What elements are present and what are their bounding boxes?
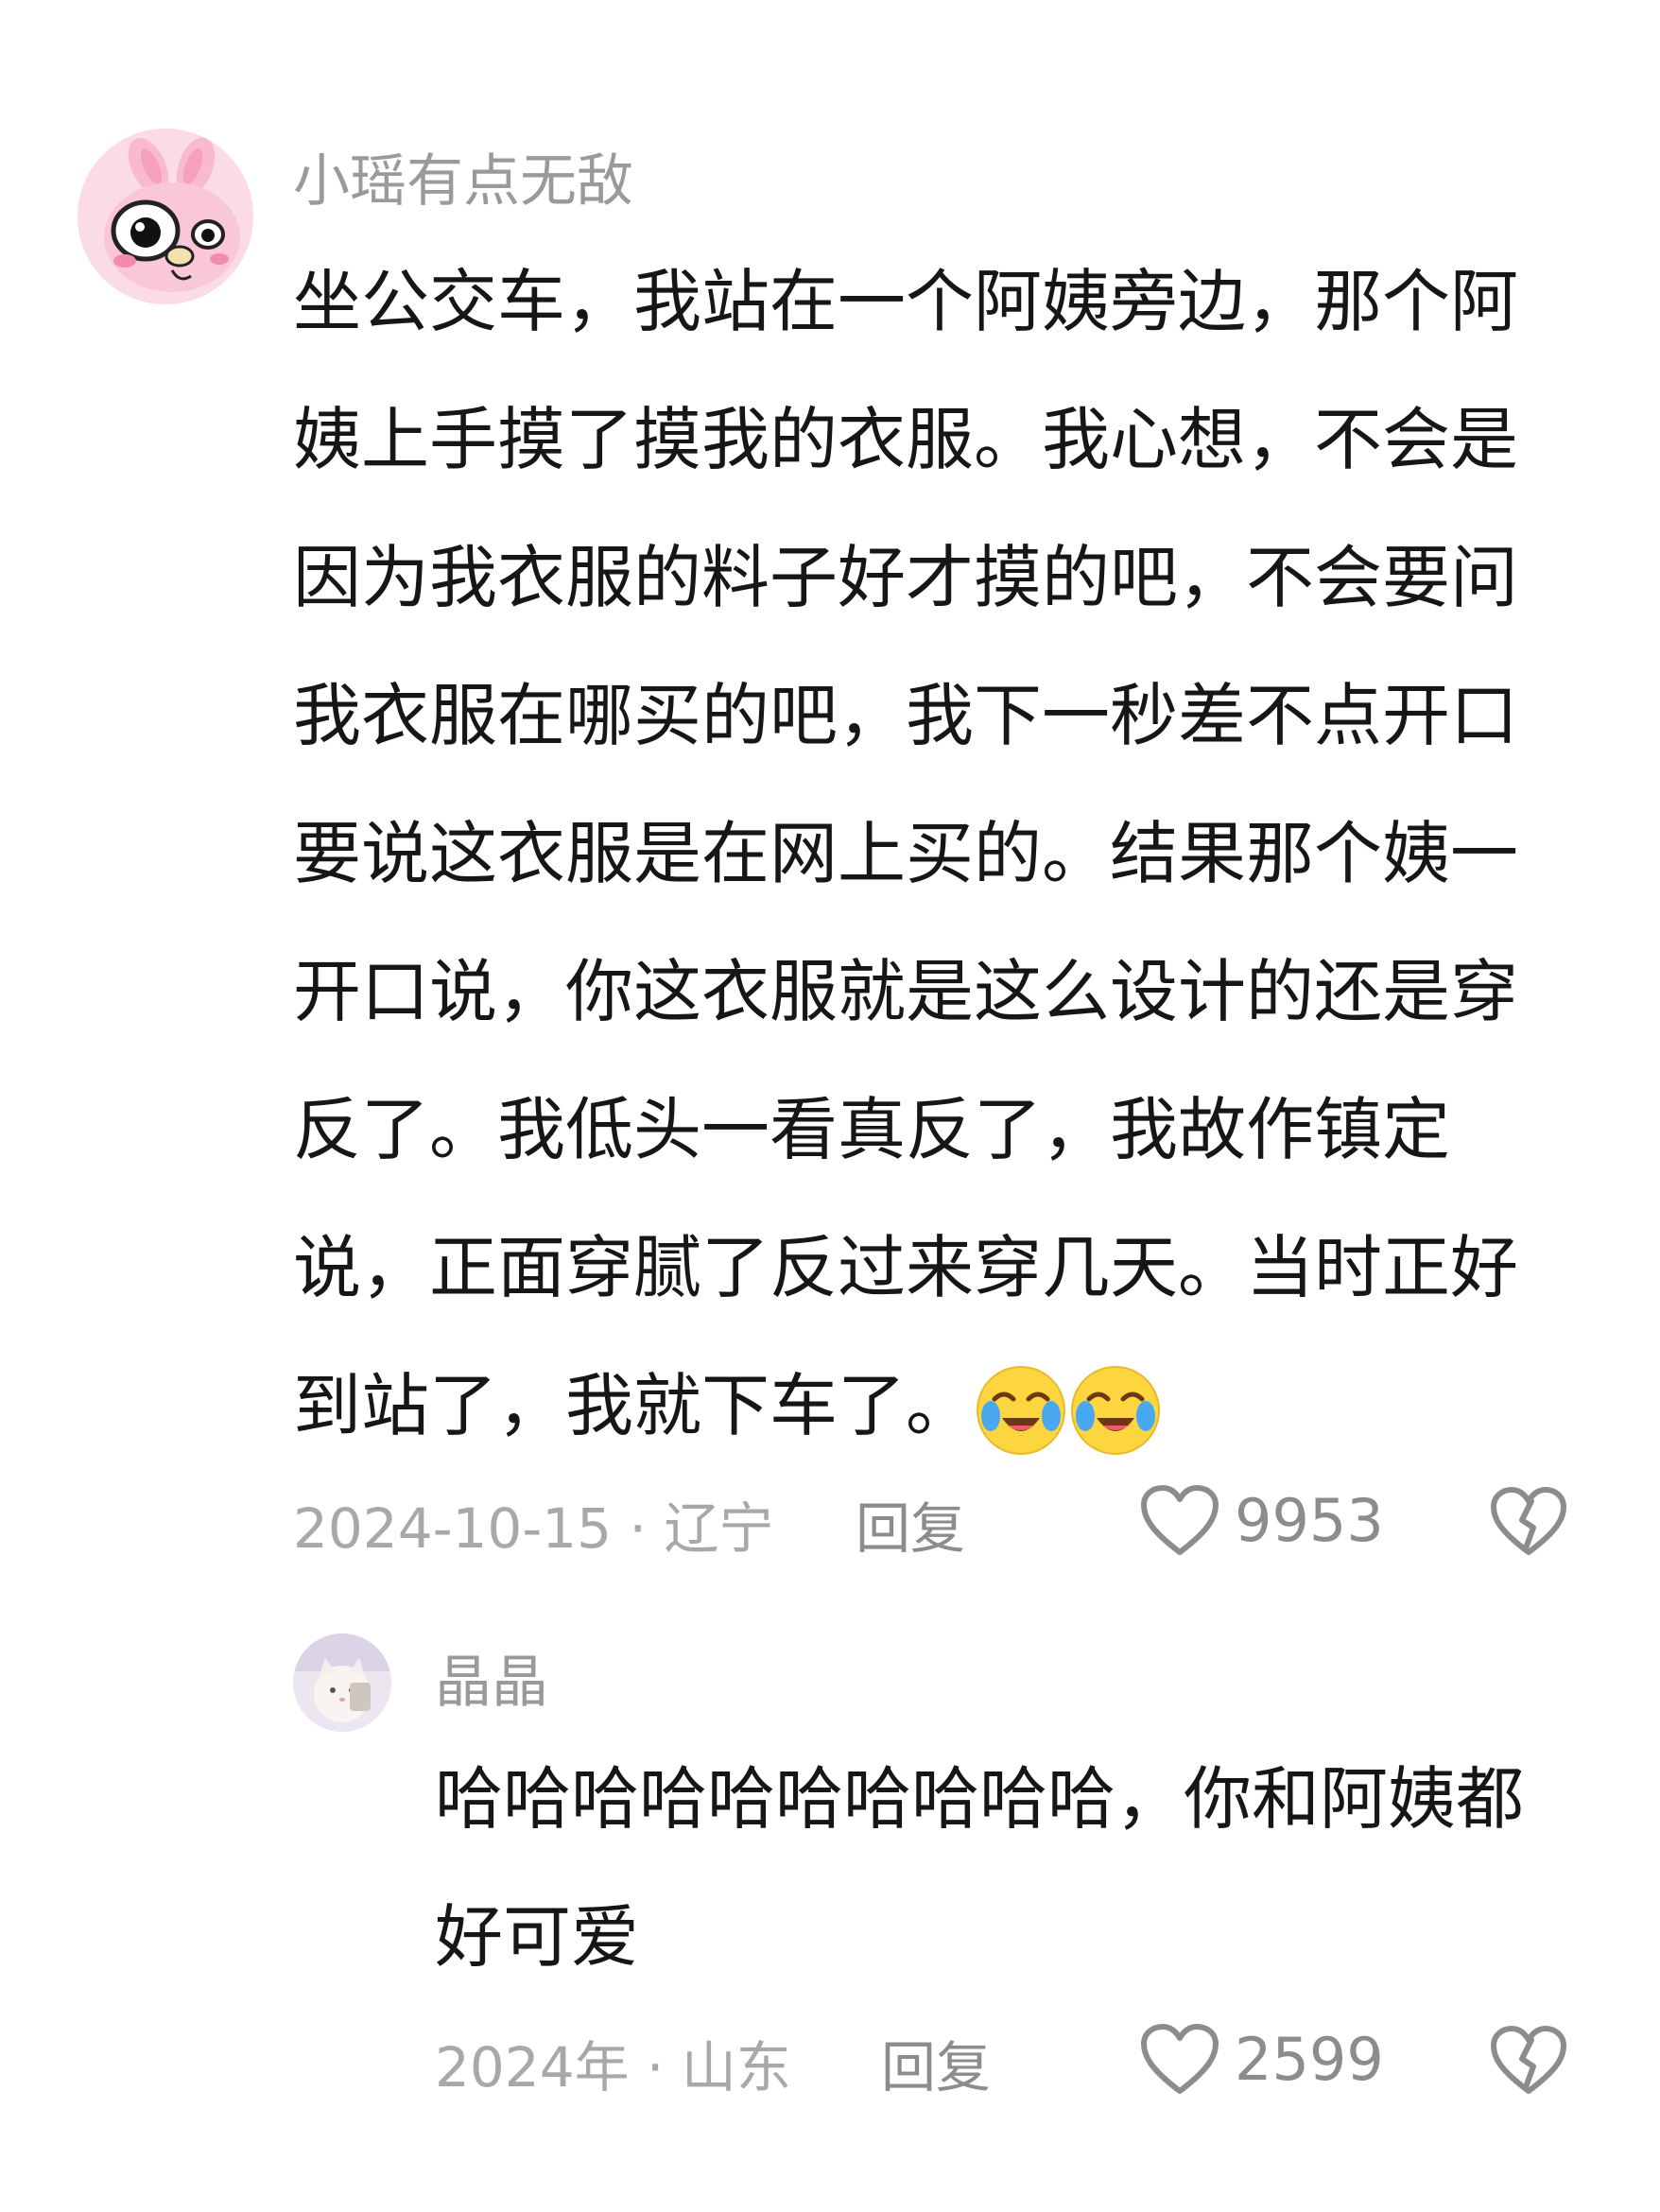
comment-date-location: 2024年 · 山东 [435,2035,791,2100]
username[interactable]: 晶晶 [435,1654,548,1711]
reply-button[interactable]: 回复 [881,2040,991,2095]
comment-text: 哈哈哈哈哈哈哈哈哈哈，你和阿姨都 好可爱 [435,1730,1569,2006]
comment-text-line: 要说这衣服是在网上买的。结果那个姨一 [293,814,1519,893]
comment-text-line: 好可爱 [435,1897,640,1977]
like-count: 2599 [1235,2025,1384,2094]
comment-text: 坐公交车，我站在一个阿姨旁边，那个阿 姨上手摸了摸我的衣服。我心想，不会是 因为… [293,233,1560,1475]
reply-button[interactable]: 回复 [856,1501,965,1556]
heart-outline-icon [1141,2024,1219,2094]
username[interactable]: 小瑶有点无敌 [293,153,633,210]
like-count: 9953 [1235,1486,1384,1555]
comment-text-line: 坐公交车，我站在一个阿姨旁边，那个阿 [293,262,1519,341]
comment-text-line: 说，正面穿腻了反过来穿几天。当时正好 [293,1228,1519,1307]
dislike-button[interactable] [1490,1486,1567,1562]
like-button[interactable]: 9953 [1140,1484,1384,1558]
main-comment: 小瑶有点无敌 坐公交车，我站在一个阿姨旁边，那个阿 姨上手摸了摸我的衣服。我心想… [0,0,1660,1588]
cat-photo-avatar [293,1633,391,1732]
comment-text-line: 因为我衣服的料子好才摸的吧，不会要问 [293,538,1519,617]
avatar[interactable] [293,1633,391,1732]
broken-heart-icon [1491,2026,1566,2094]
dislike-button[interactable] [1490,2025,1567,2100]
comment-text-line: 到站了，我就下车了。 [293,1366,975,1445]
reply-comment: 晶晶 哈哈哈哈哈哈哈哈哈哈，你和阿姨都 好可爱 2024年 · 山东 回复 25… [0,1588,1660,2212]
comment-text-line: 反了。我低头一看真反了，我故作镇定 [293,1090,1451,1169]
avatar[interactable] [78,129,253,304]
comment-text-line: 我衣服在哪买的吧，我下一秒差不点开口 [293,676,1519,755]
comment-text-line-last: 到站了，我就下车了。 [293,1337,1560,1475]
crying-laughing-emoji [1071,1366,1161,1456]
pink-bunny-avatar [78,129,253,304]
comment-text-line: 开口说，你这衣服就是这么设计的还是穿 [293,952,1519,1031]
like-button[interactable]: 2599 [1140,2023,1384,2097]
broken-heart-icon [1491,1487,1566,1555]
crying-laughing-emoji [977,1366,1066,1456]
heart-outline-icon [1141,1485,1219,1555]
comment-text-line: 哈哈哈哈哈哈哈哈哈哈，你和阿姨都 [435,1759,1525,1839]
comment-date-location: 2024-10-15 · 辽宁 [293,1496,774,1561]
comment-text-line: 姨上手摸了摸我的衣服。我心想，不会是 [293,400,1519,479]
